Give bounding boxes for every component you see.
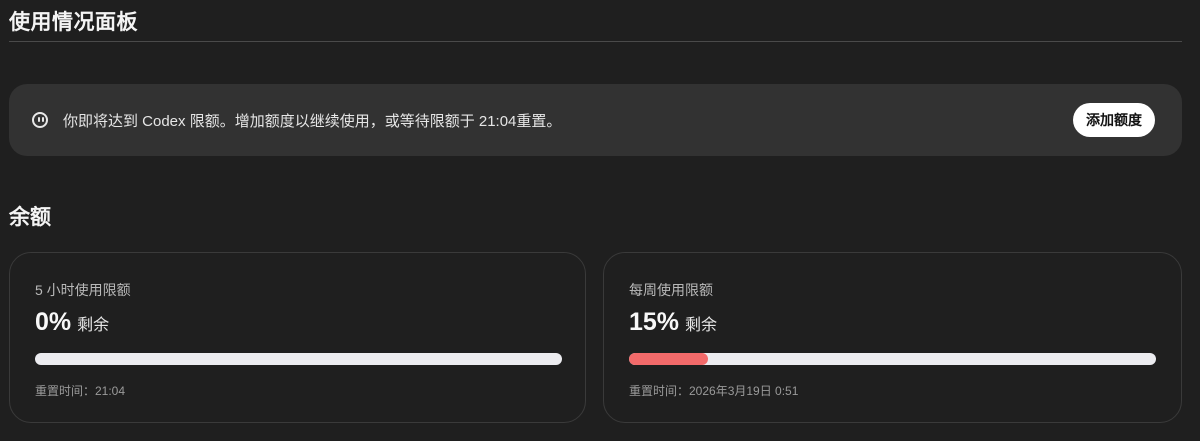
remaining-label: 剩余: [77, 317, 110, 334]
five-hour-limit-card: 5 小时使用限额 0% 剩余 重置时间：21:04: [9, 252, 586, 423]
remaining-percent: 15%: [629, 308, 680, 336]
reset-time: 重置时间：21:04: [35, 384, 126, 398]
usage-progress-fill: [629, 353, 709, 365]
card-label: 5 小时使用限额: [35, 282, 131, 298]
limit-notice-text: 你即将达到 Codex 限额。增加额度以继续使用，或等待限额于 21:04重置。: [63, 113, 562, 130]
card-value: 15% 剩余: [629, 308, 717, 337]
usage-dashboard: 使用情况面板 你即将达到 Codex 限额。增加额度以继续使用，或等待限额于 2…: [0, 0, 1200, 441]
card-label: 每周使用限额: [629, 282, 713, 298]
usage-progress-bar: [35, 353, 562, 365]
balance-section-title: 余额: [9, 206, 51, 229]
title-divider: [9, 41, 1182, 42]
limit-notice-banner: 你即将达到 Codex 限额。增加额度以继续使用，或等待限额于 21:04重置。…: [9, 84, 1182, 156]
usage-progress-bar: [629, 353, 1156, 365]
add-credit-button[interactable]: 添加额度: [1073, 103, 1155, 137]
page-title: 使用情况面板: [9, 11, 138, 34]
reset-time: 重置时间：2026年3月19日 0:51: [629, 384, 799, 398]
remaining-label: 剩余: [685, 317, 718, 334]
pause-circle-icon: [32, 112, 48, 128]
weekly-limit-card: 每周使用限额 15% 剩余 重置时间：2026年3月19日 0:51: [603, 252, 1182, 423]
card-value: 0% 剩余: [35, 308, 109, 337]
remaining-percent: 0%: [35, 308, 72, 336]
